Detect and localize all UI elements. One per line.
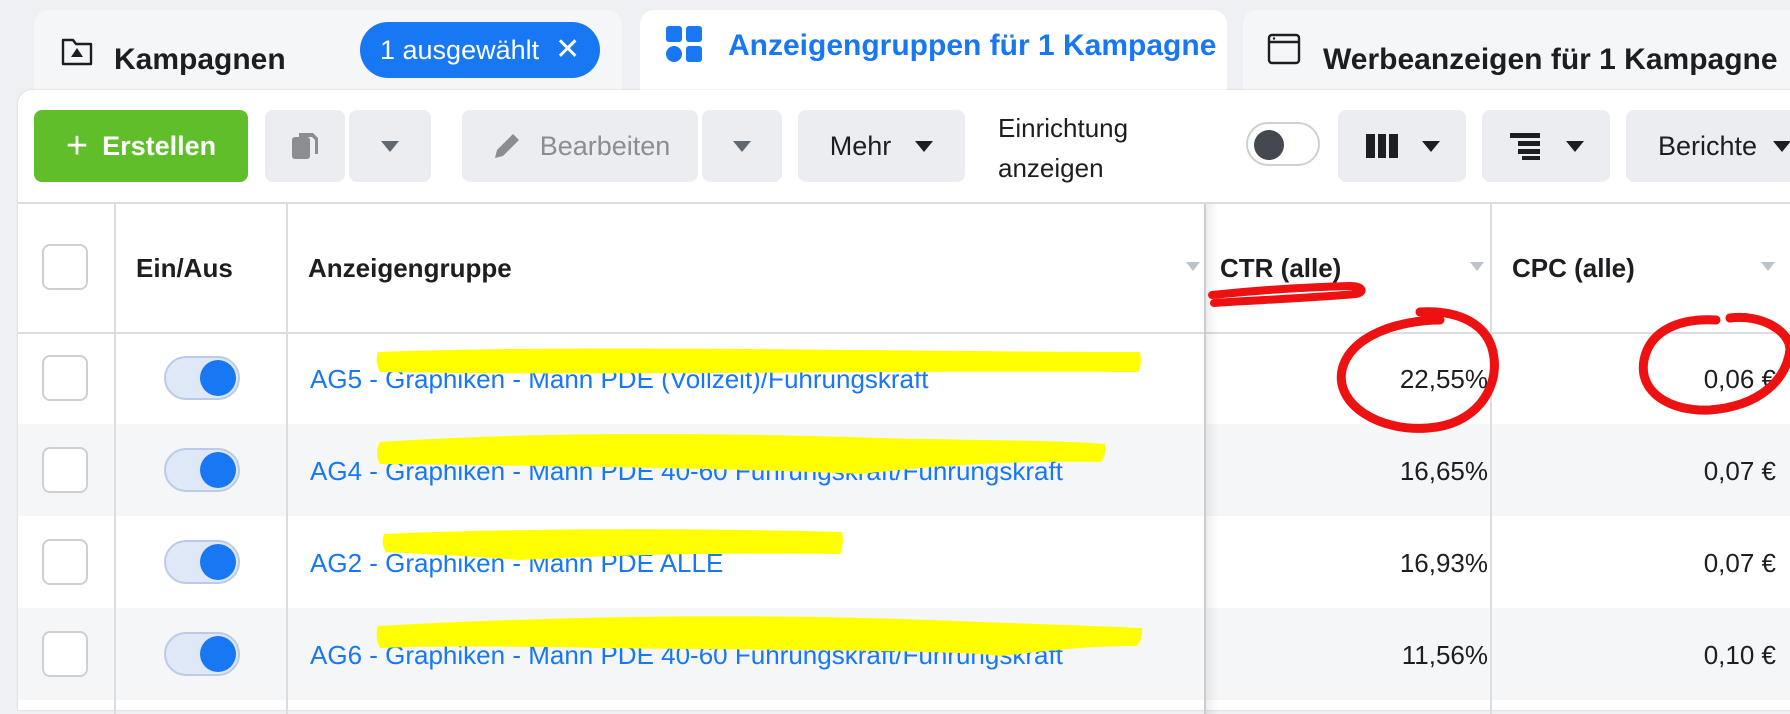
ctr-value: 11,56% bbox=[1401, 640, 1488, 670]
row-toggle[interactable] bbox=[164, 448, 240, 492]
column-divider bbox=[1490, 204, 1492, 714]
toggle-knob bbox=[200, 452, 236, 488]
ad-set-name-link[interactable]: AG4 - Graphiken - Mann PDE 40-60 Führung… bbox=[310, 456, 1063, 487]
column-divider bbox=[114, 204, 116, 714]
column-divider bbox=[286, 204, 288, 714]
create-button[interactable]: + Erstellen bbox=[34, 110, 248, 182]
sort-icon[interactable] bbox=[1761, 262, 1775, 271]
toggle-knob bbox=[200, 636, 236, 672]
reports-button[interactable]: Berichte bbox=[1626, 110, 1790, 182]
toolbar: + Erstellen Bearbeiten Mehr Einrichtung … bbox=[18, 90, 1790, 202]
table-header: Ein/Aus Anzeigengruppe CTR (alle) CPC (a… bbox=[18, 204, 1790, 334]
ctr-value: 16,65% bbox=[1399, 456, 1488, 486]
toggle-knob bbox=[200, 544, 236, 580]
ad-set-name-link[interactable]: AG5 - Graphiken - Mann PDE (Vollzeit)/Fü… bbox=[310, 364, 928, 395]
ad-set-name-link[interactable]: AG2 - Graphiken - Mann PDE ALLE bbox=[310, 548, 723, 579]
selection-chip[interactable]: 1 ausgewählt ✕ bbox=[360, 22, 601, 78]
cpc-value: 0,07 € bbox=[1703, 456, 1776, 486]
duplicate-icon bbox=[292, 133, 318, 159]
close-icon[interactable]: ✕ bbox=[555, 35, 580, 65]
main-panel: + Erstellen Bearbeiten Mehr Einrichtung … bbox=[18, 90, 1790, 714]
cpc-value: 0,06 € bbox=[1703, 364, 1776, 394]
ad-sets-table: Ein/Aus Anzeigengruppe CTR (alle) CPC (a… bbox=[18, 202, 1790, 714]
row-checkbox[interactable] bbox=[42, 355, 88, 401]
show-setup-label-line2: anzeigen bbox=[998, 153, 1104, 183]
duplicate-button[interactable] bbox=[265, 110, 345, 182]
ad-set-name-link[interactable]: AG6 - Graphiken - Mann PDE 40-60 Führung… bbox=[310, 640, 1063, 671]
pencil-icon bbox=[494, 134, 519, 158]
folder-flag-icon bbox=[61, 38, 93, 66]
more-button[interactable]: Mehr bbox=[798, 110, 965, 182]
row-checkbox[interactable] bbox=[42, 447, 88, 493]
breakdown-icon bbox=[1510, 133, 1540, 160]
row-toggle[interactable] bbox=[164, 356, 240, 400]
grid-icon bbox=[666, 26, 702, 62]
ad-window-icon bbox=[1267, 33, 1301, 65]
tab-ads[interactable]: Werbeanzeigen für 1 Kampagne bbox=[1243, 10, 1790, 90]
show-setup-toggle[interactable] bbox=[1246, 122, 1320, 166]
toggle-knob bbox=[1254, 130, 1284, 160]
chevron-down-icon bbox=[1422, 140, 1440, 152]
breakdown-button[interactable] bbox=[1482, 110, 1610, 182]
selection-chip-label: 1 ausgewählt bbox=[380, 34, 540, 65]
columns-icon bbox=[1366, 134, 1398, 158]
row-toggle[interactable] bbox=[164, 540, 240, 584]
tab-ad-sets[interactable]: Anzeigengruppen für 1 Kampagne bbox=[640, 10, 1227, 90]
tab-ad-sets-label: Anzeigengruppen für 1 Kampagne bbox=[728, 29, 1217, 62]
ctr-value: 16,93% bbox=[1399, 548, 1488, 578]
row-checkbox[interactable] bbox=[42, 631, 88, 677]
create-button-label: Erstellen bbox=[102, 130, 217, 161]
chevron-down-icon bbox=[381, 140, 399, 152]
cpc-value: 0,07 € bbox=[1703, 548, 1776, 578]
select-all-checkbox[interactable] bbox=[42, 244, 88, 290]
column-header-name[interactable]: Anzeigengruppe bbox=[308, 204, 512, 332]
table-row[interactable] bbox=[18, 516, 1790, 608]
show-setup-label-line1: Einrichtung bbox=[998, 113, 1129, 143]
reports-button-label: Berichte bbox=[1658, 130, 1758, 161]
edit-button[interactable]: Bearbeiten bbox=[462, 110, 698, 182]
edit-button-label: Bearbeiten bbox=[539, 130, 671, 161]
column-header-ctr[interactable]: CTR (alle) bbox=[1220, 204, 1341, 332]
duplicate-dropdown-button[interactable] bbox=[349, 110, 431, 182]
column-header-toggle[interactable]: Ein/Aus bbox=[136, 204, 233, 332]
toggle-knob bbox=[200, 360, 236, 396]
show-setup-label: Einrichtung anzeigen bbox=[998, 108, 1128, 188]
sort-icon[interactable] bbox=[1186, 262, 1200, 271]
plus-icon: + bbox=[65, 125, 89, 167]
row-toggle[interactable] bbox=[164, 632, 240, 676]
frozen-column-shadow bbox=[1204, 204, 1218, 714]
more-button-label: Mehr bbox=[829, 130, 892, 161]
row-checkbox[interactable] bbox=[42, 539, 88, 585]
ctr-value: 22,55% bbox=[1399, 364, 1488, 394]
chevron-down-icon bbox=[1773, 140, 1790, 152]
chevron-down-icon bbox=[733, 140, 751, 152]
sort-icon[interactable] bbox=[1470, 262, 1484, 271]
tab-campaigns[interactable]: Kampagnen 1 ausgewählt ✕ bbox=[34, 10, 622, 90]
chevron-down-icon bbox=[1566, 140, 1584, 152]
cpc-value: 0,10 € bbox=[1703, 640, 1776, 670]
edit-dropdown-button[interactable] bbox=[702, 110, 782, 182]
column-header-cpc[interactable]: CPC (alle) bbox=[1512, 204, 1635, 332]
columns-button[interactable] bbox=[1338, 110, 1466, 182]
chevron-down-icon bbox=[915, 140, 934, 152]
